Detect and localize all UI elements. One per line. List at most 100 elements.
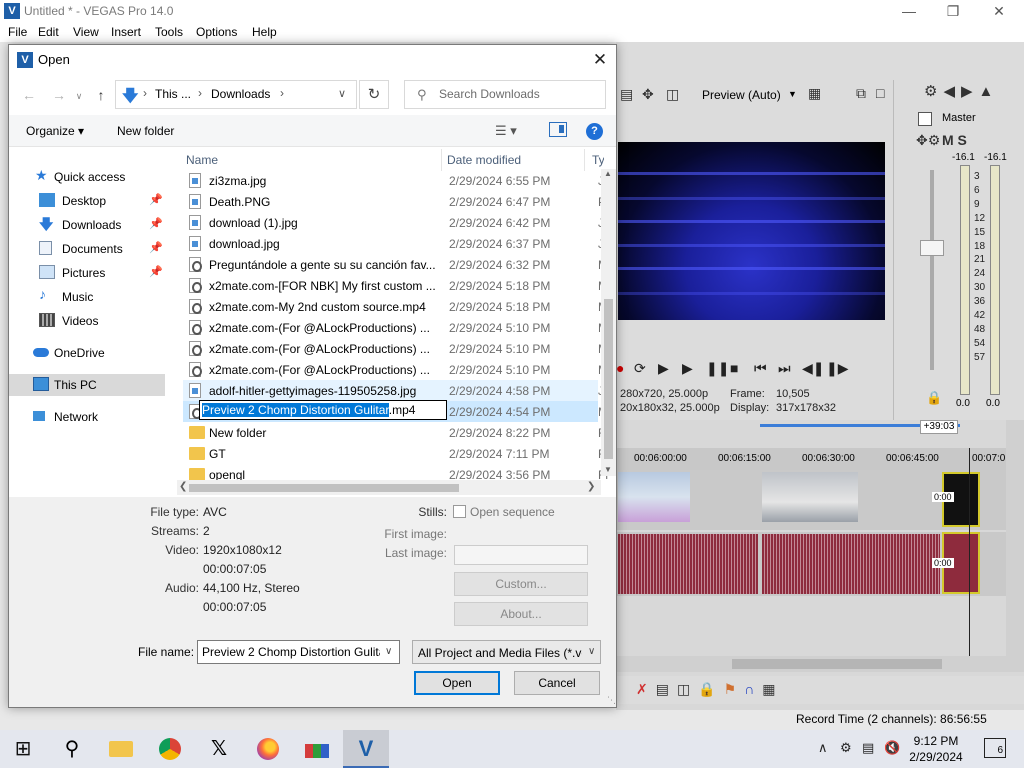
file-list-vscroll[interactable]: ▲ ▼ <box>601 169 616 476</box>
search-input[interactable] <box>439 87 599 101</box>
address-bar[interactable]: 🡇 › This ... › Downloads › ∨ <box>115 80 357 109</box>
file-row[interactable]: x2mate.com-(For @ALockProductions) ... 2/… <box>183 359 608 380</box>
nav-desktop[interactable]: Desktop 📌 <box>39 190 194 212</box>
nav-videos[interactable]: Videos <box>39 310 194 332</box>
file-row[interactable]: x2mate.com-[FOR NBK] My first custom ...… <box>183 275 608 296</box>
file-row[interactable]: Preview 2 Chomp Distortion Gulitar.mp4 2/… <box>183 400 608 422</box>
nav-pictures[interactable]: Pictures 📌 <box>39 262 194 284</box>
folder-row[interactable]: GT2/29/2024 7:11 PMFi <box>183 443 608 464</box>
master-fader[interactable] <box>920 240 944 256</box>
menu-view[interactable]: View <box>73 25 99 39</box>
chrome-taskbar[interactable] <box>147 730 193 768</box>
auto-ripple-icon[interactable]: ▦ <box>762 681 783 697</box>
breadcrumb-downloads[interactable]: Downloads <box>211 87 270 101</box>
search-taskbar-button[interactable]: ⚲ <box>49 730 95 768</box>
back-arrow-icon[interactable]: ← <box>19 87 39 105</box>
file-row[interactable]: download.jpg2/29/2024 6:37 PMJP <box>183 233 610 254</box>
breadcrumb-sep-icon[interactable]: › <box>280 86 284 100</box>
nav-quick-access[interactable]: ★ Quick access <box>19 166 174 188</box>
up-arrow-icon[interactable]: ↑ <box>91 87 111 105</box>
minimize-icon[interactable]: — <box>894 2 924 20</box>
next-frame-icon[interactable]: ❚▶ <box>826 360 849 377</box>
mute-solo-buttons[interactable]: M S <box>942 132 967 148</box>
file-row[interactable]: x2mate.com-(For @ALockProductions) ... 2/… <box>183 317 608 338</box>
menu-insert[interactable]: Insert <box>111 25 141 39</box>
clock[interactable]: 9:12 PM 2/29/2024 <box>896 733 976 765</box>
scroll-right-icon[interactable]: ❯ <box>587 481 595 492</box>
overlays-icon[interactable]: ◫ <box>666 86 679 103</box>
audio-clip-selected[interactable]: 0:00 <box>932 532 980 594</box>
file-row[interactable]: x2mate.com-My 2nd custom source.mp4 2/29/… <box>183 296 608 317</box>
tray-app-icon[interactable]: ⚙ <box>840 740 852 756</box>
file-list-hscroll[interactable]: ❮ ❯ <box>177 480 601 495</box>
nav-this-pc[interactable]: This PC <box>9 374 165 396</box>
split-icon[interactable]: ◫ <box>677 681 698 697</box>
playhead[interactable] <box>969 448 970 658</box>
audio-clip[interactable] <box>762 534 940 594</box>
notifications-icon[interactable]: 6 <box>984 738 1006 758</box>
audio-clip[interactable] <box>618 534 758 594</box>
file-row[interactable]: download (1).jpg2/29/2024 6:42 PMJP <box>183 212 610 233</box>
file-name-input[interactable] <box>202 645 380 659</box>
tray-chevron-icon[interactable]: ∧ <box>818 740 828 756</box>
maximize-icon[interactable]: ❐ <box>938 2 968 20</box>
file-row[interactable]: Preguntándole a gente su su canción fav.… <box>183 254 608 275</box>
breadcrumb-sep-icon[interactable]: › <box>198 86 202 100</box>
scroll-up-icon[interactable]: ▲ <box>604 169 612 178</box>
start-button[interactable]: ⊞ <box>0 730 46 768</box>
organize-button[interactable]: Organize ▾ <box>26 124 84 138</box>
cancel-button[interactable]: Cancel <box>514 671 600 695</box>
file-row[interactable]: x2mate.com-(For @ALockProductions) ... 2/… <box>183 338 608 359</box>
loop-icon[interactable]: ⟳ <box>634 360 646 377</box>
save-snapshot-icon[interactable]: □ <box>876 85 884 101</box>
lock-envelopes-icon[interactable]: 🔒 <box>698 681 723 697</box>
breadcrumb-sep-icon[interactable]: › <box>143 86 147 100</box>
timeline-vscroll[interactable] <box>1006 420 1024 656</box>
network-status-icon[interactable]: ▤ <box>862 740 874 756</box>
forward-arrow-icon[interactable]: → <box>49 87 69 105</box>
timeline-ruler[interactable]: 00:06:00:00 00:06:15:00 00:06:30:00 00:0… <box>616 448 1008 470</box>
split-screen-icon[interactable]: ✥ <box>642 86 654 103</box>
lock-icon[interactable]: 🔒 <box>926 390 942 406</box>
trim-icon[interactable]: ▤ <box>656 681 677 697</box>
scroll-thumb[interactable] <box>732 659 942 669</box>
menu-file[interactable]: File <box>8 25 27 39</box>
recent-locations-icon[interactable]: ∨ <box>69 91 89 109</box>
folder-row[interactable]: New folder2/29/2024 8:22 PMFi <box>183 422 608 443</box>
file-name-combobox[interactable]: ∨ <box>197 640 400 664</box>
video-clip-selected[interactable]: 0:00 <box>932 472 980 527</box>
close-icon[interactable]: ✕ <box>587 49 613 71</box>
chevron-down-icon[interactable]: ▼ <box>788 89 797 99</box>
new-folder-button[interactable]: New folder <box>117 124 174 138</box>
file-row[interactable]: Death.PNG2/29/2024 6:47 PMPI <box>183 191 609 212</box>
scroll-thumb[interactable] <box>604 299 613 459</box>
chevron-down-icon[interactable]: ∨ <box>385 646 392 657</box>
file-type-filter[interactable]: All Project and Media Files (*.ve ∨ <box>412 640 601 664</box>
pause-icon[interactable]: ❚❚ <box>706 360 729 377</box>
open-button[interactable]: Open <box>414 671 500 695</box>
nav-onedrive[interactable]: OneDrive <box>33 342 188 364</box>
timeline-hscroll[interactable] <box>616 656 1024 672</box>
rename-input[interactable]: Preview 2 Chomp Distortion Gulitar.mp4 <box>199 400 447 420</box>
search-box[interactable]: ⚲ <box>404 80 606 109</box>
copy-snapshot-icon[interactable]: ⧉ <box>856 85 866 102</box>
chevron-down-icon[interactable]: ∨ <box>338 87 346 100</box>
nav-documents[interactable]: Documents 📌 <box>39 238 194 260</box>
resize-grip-icon[interactable]: ⋱ <box>607 695 616 706</box>
go-to-end-icon[interactable]: ⏭ <box>778 360 791 377</box>
video-clip[interactable] <box>762 472 858 522</box>
preview-quality-label[interactable]: Preview (Auto) <box>702 88 781 102</box>
firefox-taskbar[interactable] <box>245 730 291 768</box>
column-type[interactable]: Ty <box>592 153 604 167</box>
go-to-start-icon[interactable]: ⏮ <box>754 360 767 377</box>
help-icon[interactable]: ? <box>586 123 603 140</box>
prev-frame-icon[interactable]: ◀❚ <box>802 360 825 377</box>
open-sequence-checkbox[interactable] <box>453 505 466 518</box>
preview-settings-icon[interactable]: ▤ <box>620 86 633 103</box>
nav-downloads[interactable]: 🡇 Downloads 📌 <box>39 214 194 236</box>
file-row[interactable]: zi3zma.jpg2/29/2024 6:55 PMJP <box>183 170 610 191</box>
vegas-taskbar[interactable]: V <box>343 730 389 768</box>
column-date[interactable]: Date modified <box>447 153 521 167</box>
column-separator[interactable] <box>441 149 442 171</box>
file-explorer-taskbar[interactable] <box>98 730 144 768</box>
